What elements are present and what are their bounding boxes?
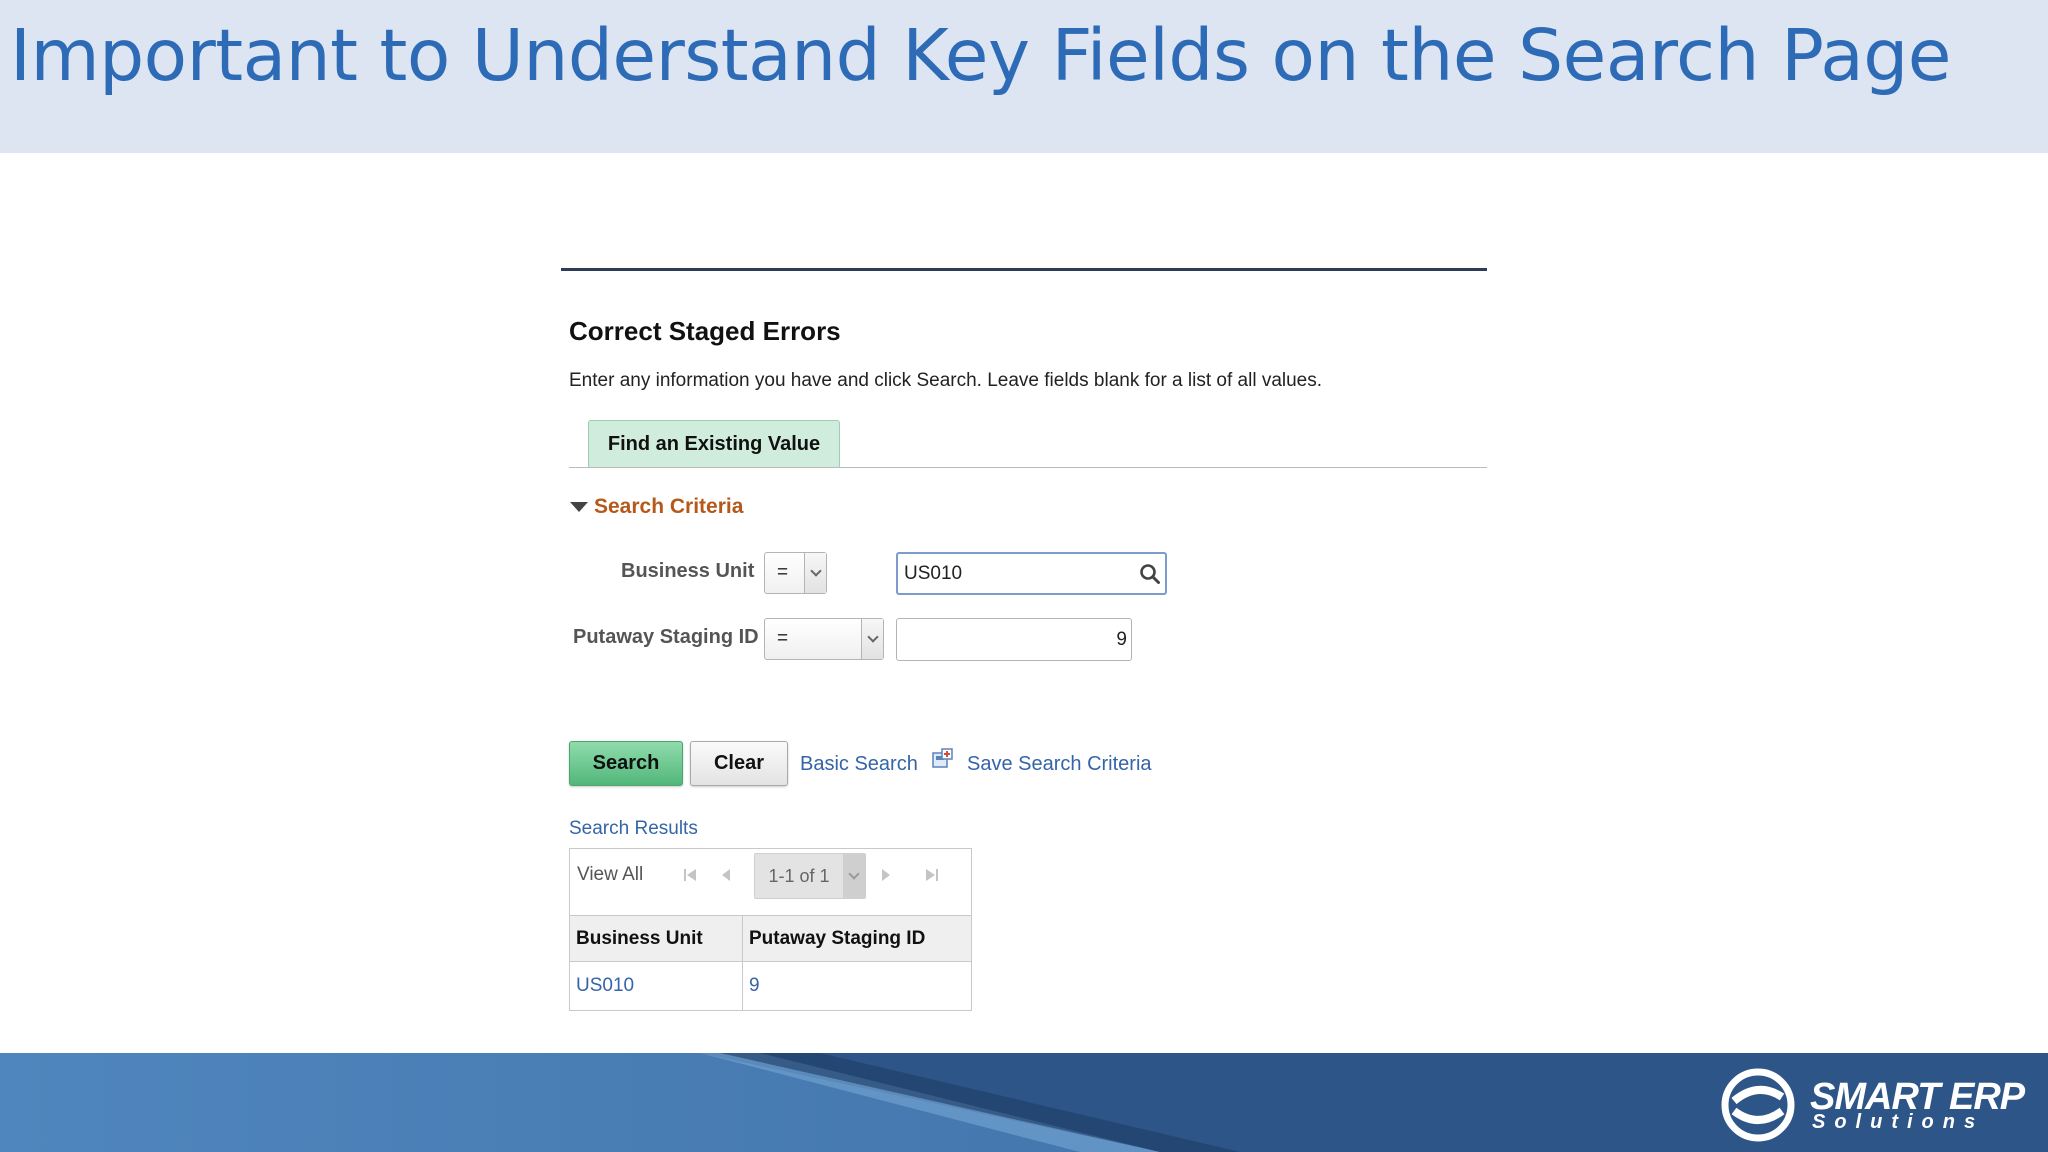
- grid-navigation: View All 1-1 of 1: [570, 849, 971, 915]
- chevron-down-icon: [843, 854, 865, 898]
- putaway-staging-id-input[interactable]: 9: [896, 618, 1132, 661]
- clear-button[interactable]: Clear: [690, 741, 788, 786]
- first-page-icon[interactable]: [680, 865, 700, 885]
- slide-title: Important to Understand Key Fields on th…: [10, 14, 1951, 97]
- view-all-link[interactable]: View All: [577, 864, 643, 886]
- search-results-label: Search Results: [569, 818, 698, 839]
- page-instructions: Enter any information you have and click…: [569, 370, 1323, 391]
- header-divider: [561, 268, 1487, 271]
- chevron-down-icon: [861, 619, 883, 659]
- search-icon[interactable]: [1135, 554, 1165, 593]
- result-putaway-staging-id-link[interactable]: 9: [743, 962, 971, 1010]
- previous-page-icon[interactable]: [716, 865, 736, 885]
- column-header-business-unit[interactable]: Business Unit: [570, 916, 742, 961]
- putaway-staging-id-label: Putaway Staging ID: [573, 626, 759, 648]
- page-title: Correct Staged Errors: [569, 316, 841, 346]
- triangle-down-icon: [570, 502, 588, 512]
- table-row[interactable]: US010 9: [570, 962, 971, 1010]
- business-unit-input[interactable]: US010: [896, 552, 1167, 595]
- search-results-grid: View All 1-1 of 1 Business Unit Putaway …: [569, 848, 972, 1011]
- business-unit-operator-value: =: [777, 562, 789, 583]
- grid-header-row: Business Unit Putaway Staging ID: [570, 915, 971, 962]
- chevron-down-icon: [804, 553, 826, 593]
- page-select[interactable]: 1-1 of 1: [754, 853, 866, 899]
- search-criteria-label: Search Criteria: [594, 495, 744, 518]
- title-banner: Important to Understand Key Fields on th…: [0, 0, 2048, 153]
- basic-search-link[interactable]: Basic Search: [800, 753, 918, 776]
- business-unit-value: US010: [904, 562, 963, 584]
- next-page-icon[interactable]: [876, 865, 896, 885]
- putaway-staging-id-value: 9: [1116, 628, 1127, 650]
- column-header-putaway-staging-id[interactable]: Putaway Staging ID: [743, 916, 971, 961]
- tab-find-existing-value[interactable]: Find an Existing Value: [588, 420, 840, 467]
- column-divider: [742, 915, 743, 1011]
- business-unit-label: Business Unit: [621, 560, 755, 582]
- last-page-icon[interactable]: [922, 865, 942, 885]
- business-unit-operator-select[interactable]: =: [764, 552, 827, 594]
- logo-text-line2: Solutions: [1812, 1111, 1985, 1133]
- search-button[interactable]: Search: [569, 741, 683, 786]
- putaway-staging-id-operator-select[interactable]: =: [764, 618, 884, 660]
- save-search-criteria-link[interactable]: Save Search Criteria: [967, 753, 1152, 776]
- slide: Important to Understand Key Fields on th…: [0, 0, 2048, 1152]
- pager-text: 1-1 of 1: [768, 865, 830, 886]
- search-criteria-toggle[interactable]: Search Criteria: [570, 495, 743, 519]
- result-business-unit-link[interactable]: US010: [570, 962, 742, 1010]
- tab-divider: [569, 467, 1487, 468]
- putaway-staging-id-operator-value: =: [777, 628, 789, 649]
- save-criteria-icon[interactable]: [932, 748, 954, 770]
